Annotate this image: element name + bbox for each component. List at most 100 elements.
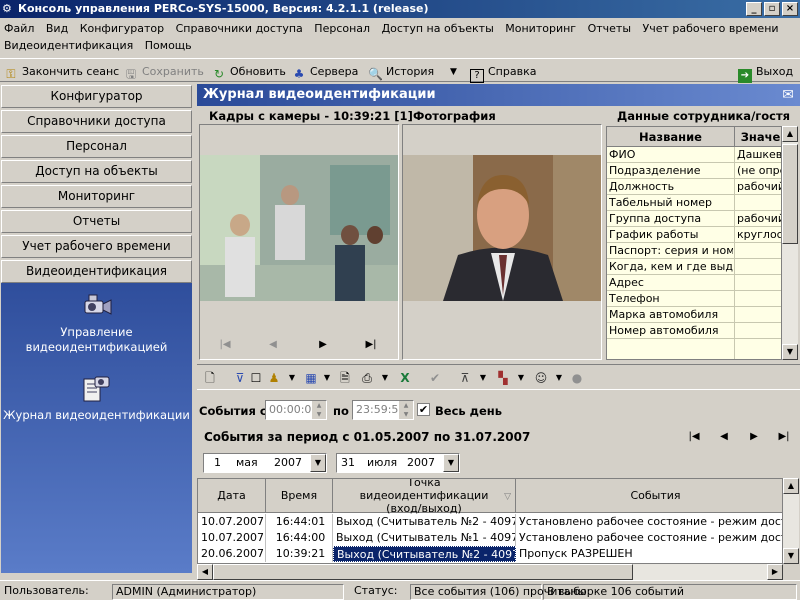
menu-view[interactable]: Вид [46, 22, 68, 35]
scroll-right-button[interactable]: ▶ [767, 564, 783, 580]
employee-col-value[interactable]: Значен [735, 127, 781, 147]
events-col-events[interactable]: События [516, 479, 782, 513]
calendar-icon[interactable]: ▦ [303, 370, 319, 386]
events-grid-vscrollbar[interactable]: ▲ ▼ [783, 478, 799, 564]
period-first-button[interactable]: |◀ [686, 429, 702, 445]
table-row[interactable]: Адрес [607, 275, 781, 291]
chevron-down-icon[interactable]: ▼ [443, 454, 459, 472]
exit-button[interactable]: ➔ Выход [738, 63, 793, 83]
menu-configurator[interactable]: Конфигуратор [80, 22, 164, 35]
date-to-select[interactable]: 31 июля 2007 ▼ [336, 453, 460, 473]
events-col-point[interactable]: Точка видеоидентификации (вход/выход) ▽ [333, 479, 516, 515]
nav-time-tracking[interactable]: Учет рабочего времени [1, 235, 192, 258]
chart-icon[interactable]: ▚ [495, 370, 511, 386]
excel-export-icon[interactable]: X [397, 370, 413, 386]
last-frame-button[interactable]: ▶| [363, 337, 379, 353]
menu-personnel[interactable]: Персонал [314, 22, 370, 35]
person-filter-icon[interactable]: ♟ [266, 370, 282, 386]
table-row[interactable]: Должность рабочий [607, 179, 781, 195]
prev-frame-button[interactable]: ◀ [265, 337, 281, 353]
scroll-down-button[interactable]: ▼ [783, 548, 799, 564]
menu-file[interactable]: Файл [4, 22, 34, 35]
menu-video-identification[interactable]: Видеоидентификация [4, 39, 133, 52]
next-frame-button[interactable]: ▶ [315, 337, 331, 353]
nav-panel-item-video-management[interactable]: Управление видеоидентификацией [1, 325, 192, 355]
employee-grid-scrollbar[interactable]: ▲ ▼ [782, 126, 798, 360]
end-session-button[interactable]: ⚿ Закончить сеанс [4, 63, 119, 81]
nav-access-objects[interactable]: Доступ на объекты [1, 160, 192, 183]
calendar-dropdown-arrow[interactable]: ▼ [319, 370, 335, 386]
table-row[interactable]: Марка автомобиля [607, 307, 781, 323]
table-row[interactable]: График работыкруглосу [607, 227, 781, 243]
filter-icon[interactable]: ⊽ [232, 370, 248, 386]
table-row[interactable]: Группа доступа рабочий [607, 211, 781, 227]
table-row[interactable]: 10.07.2007 16:44:00 Выход (Считыватель №… [198, 530, 782, 546]
table-row[interactable]: 10.07.2007 16:44:01 Выход (Считыватель №… [198, 514, 782, 530]
checkmark-icon[interactable]: ✔ [427, 370, 443, 386]
table-row[interactable]: ФИОДашкеви [607, 147, 781, 163]
table-row[interactable]: Телефон [607, 291, 781, 307]
scroll-up-button[interactable]: ▲ [783, 478, 799, 494]
nav-video-identification[interactable]: Видеоидентификация [1, 260, 192, 283]
save-button[interactable]: 🖫 Сохранить [124, 63, 204, 81]
chart-dropdown-arrow[interactable]: ▼ [513, 370, 529, 386]
period-last-button[interactable]: ▶| [776, 429, 792, 445]
refresh-button[interactable]: ↻ Обновить [212, 63, 286, 81]
events-col-time[interactable]: Время [266, 479, 333, 513]
comment-icon[interactable]: ● [569, 370, 585, 386]
employee-col-name[interactable]: Название [607, 127, 735, 147]
table-row[interactable]: Табельный номер [607, 195, 781, 211]
nav-personnel[interactable]: Персонал [1, 135, 192, 158]
minimize-button[interactable]: _ [746, 2, 762, 16]
scroll-thumb[interactable] [782, 144, 798, 244]
print-dropdown-arrow[interactable]: ▼ [377, 370, 393, 386]
nav-monitoring[interactable]: Мониторинг [1, 185, 192, 208]
events-col-date[interactable]: Дата [198, 479, 266, 513]
scroll-h-thumb[interactable] [213, 564, 633, 580]
servers-button[interactable]: ♣ Сервера [292, 63, 359, 81]
table-row[interactable]: Паспорт: серия и номер [607, 243, 781, 259]
nav-access-directories[interactable]: Справочники доступа [1, 110, 192, 133]
document-icon[interactable]: 🗎 [337, 370, 353, 386]
period-next-button[interactable]: ▶ [746, 429, 762, 445]
time-from-input[interactable]: 00:00:00 ▲ ▼ [265, 400, 327, 420]
nav-configurator[interactable]: Конфигуратор [1, 85, 192, 108]
maximize-button[interactable]: ▫ [764, 2, 780, 16]
history-button[interactable]: 🔍 История [368, 63, 434, 81]
nav-reports[interactable]: Отчеты [1, 210, 192, 233]
hierarchy-dropdown-arrow[interactable]: ▼ [475, 370, 491, 386]
filter-dropdown-arrow[interactable]: ▼ [284, 370, 300, 386]
pin-icon[interactable]: ✉ [782, 87, 794, 103]
period-prev-button[interactable]: ◀ [716, 429, 732, 445]
menu-monitoring[interactable]: Мониторинг [505, 22, 576, 35]
menu-time-tracking[interactable]: Учет рабочего времени [643, 22, 779, 35]
print-icon[interactable]: ⎙ [359, 370, 375, 386]
chevron-down-icon[interactable]: ▼ [310, 454, 326, 472]
first-frame-button[interactable]: |◀ [217, 337, 233, 353]
nav-panel-item-video-journal[interactable]: Журнал видеоидентификации [1, 408, 192, 423]
menu-help[interactable]: Помощь [145, 39, 192, 52]
menu-reports[interactable]: Отчеты [588, 22, 631, 35]
time-to-input[interactable]: 23:59:59 ▲ ▼ [352, 400, 414, 420]
new-document-icon[interactable]: 🗋 [202, 370, 218, 386]
scroll-up-button[interactable]: ▲ [782, 126, 798, 142]
date-from-select[interactable]: 1 мая 2007 ▼ [203, 453, 327, 473]
menu-access-directories[interactable]: Справочники доступа [176, 22, 303, 35]
all-day-checkbox[interactable]: ✔ [417, 403, 430, 416]
toolbar-dropdown-arrow[interactable]: ▼ [450, 63, 457, 81]
scroll-down-button[interactable]: ▼ [782, 344, 798, 360]
table-row[interactable]: Подразделение(не опред [607, 163, 781, 179]
events-grid-hscrollbar[interactable]: ◀ ▶ [197, 564, 783, 580]
people-dropdown-arrow[interactable]: ▼ [551, 370, 567, 386]
table-row[interactable]: 20.06.2007 10:39:21 Выход (Считыватель №… [198, 546, 782, 562]
table-row[interactable]: Когда, кем и где выдан [607, 259, 781, 275]
scroll-left-button[interactable]: ◀ [197, 564, 213, 580]
help-button[interactable]: ? Справка [470, 63, 536, 83]
people-icon[interactable]: ☺ [533, 370, 549, 386]
close-button[interactable]: × [782, 2, 798, 16]
menu-access-objects[interactable]: Доступ на объекты [382, 22, 494, 35]
time-from-spinner[interactable]: ▲ ▼ [312, 401, 326, 419]
hierarchy-icon[interactable]: ⊼ [457, 370, 473, 386]
table-row[interactable]: Номер автомобиля [607, 323, 781, 339]
time-to-spinner[interactable]: ▲ ▼ [399, 401, 413, 419]
